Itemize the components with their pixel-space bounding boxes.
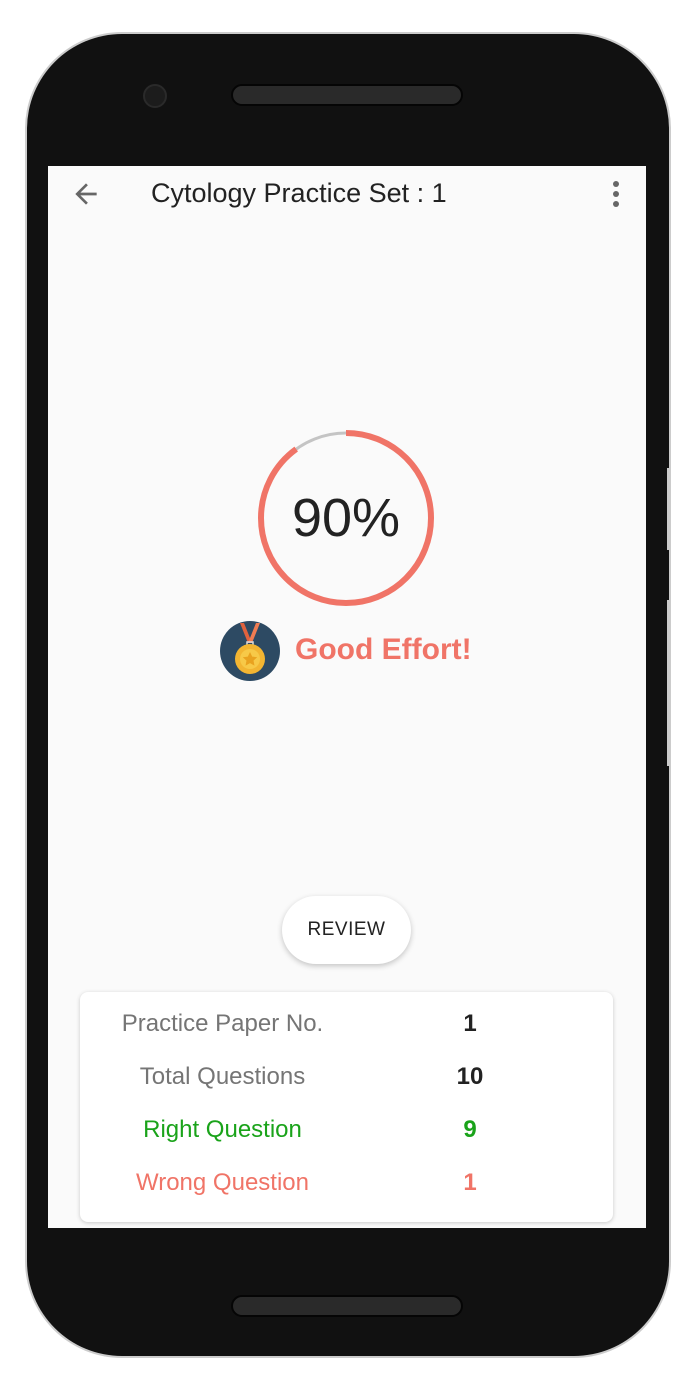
summary-card: Practice Paper No. 1 Total Questions 10 … — [80, 992, 613, 1222]
summary-label: Practice Paper No. — [121, 1010, 324, 1037]
summary-label: Wrong Question — [136, 1169, 309, 1196]
more-vertical-icon[interactable] — [604, 180, 628, 208]
power-button — [667, 600, 671, 766]
volume-button — [667, 468, 671, 550]
summary-value: 1 — [463, 1010, 477, 1037]
summary-row-paper-no: Practice Paper No. 1 — [80, 1010, 613, 1050]
score-percent: 90% — [291, 488, 401, 548]
screen: Cytology Practice Set : 1 90% Good Effor… — [48, 166, 646, 1228]
summary-row-total: Total Questions 10 — [80, 1063, 613, 1103]
page-title: Cytology Practice Set : 1 — [151, 178, 447, 208]
top-speaker — [231, 84, 463, 106]
summary-row-right: Right Question 9 — [80, 1116, 613, 1156]
summary-row-wrong: Wrong Question 1 — [80, 1169, 613, 1209]
review-button[interactable]: REVIEW — [282, 896, 411, 964]
summary-value: 9 — [463, 1116, 477, 1143]
summary-label: Total Questions — [139, 1063, 306, 1090]
camera-icon — [143, 84, 167, 108]
result-message: Good Effort! — [295, 633, 472, 666]
bottom-speaker — [231, 1295, 463, 1317]
summary-label: Right Question — [143, 1116, 302, 1143]
toolbar: Cytology Practice Set : 1 — [48, 166, 646, 222]
summary-value: 10 — [456, 1063, 484, 1090]
arrow-left-icon[interactable] — [70, 178, 102, 210]
medal-icon — [220, 621, 280, 681]
summary-value: 1 — [463, 1169, 477, 1196]
